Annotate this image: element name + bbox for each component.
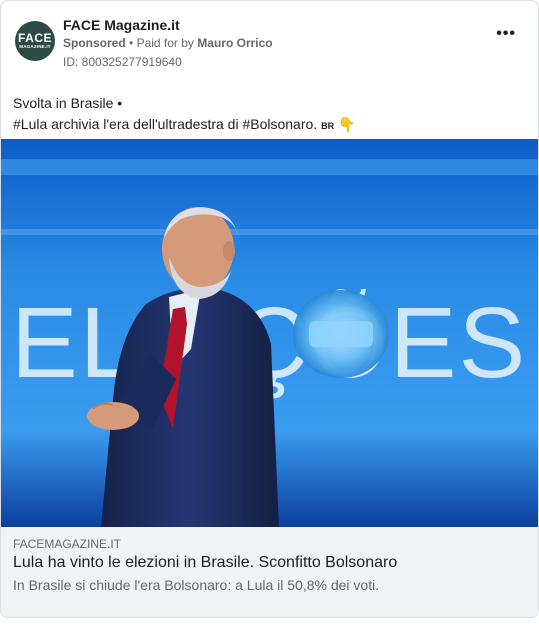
paid-for-label: Paid for by xyxy=(136,36,194,50)
link-title[interactable]: Lula ha vinto le elezioni in Brasile. Sc… xyxy=(13,554,397,572)
ad-id: ID: 800325277919640 xyxy=(63,55,182,69)
more-options-icon[interactable]: ••• xyxy=(496,25,516,43)
advertiser-name[interactable]: FACE Magazine.it xyxy=(63,17,180,33)
link-domain: FACEMAGAZINE.IT xyxy=(13,537,122,551)
avatar-logo-subtext: MAGAZINE.IT xyxy=(19,44,51,49)
sponsor-line: Sponsored • Paid for by Mauro Orrico xyxy=(63,36,273,50)
sponsored-label: Sponsored xyxy=(63,36,126,50)
post-line-2: #Lula archivia l'era dell'ultradestra di… xyxy=(13,114,526,137)
post-text: Svolta in Brasile • #Lula archivia l'era… xyxy=(13,93,526,137)
link-preview[interactable]: FACEMAGAZINE.IT Lula ha vinto le elezion… xyxy=(1,527,538,617)
ad-card: FACE MAGAZINE.IT FACE Magazine.it Sponso… xyxy=(0,0,539,618)
link-description: In Brasile si chiude l'era Bolsonaro: a … xyxy=(13,577,380,593)
separator: • xyxy=(129,36,134,50)
payer-name: Mauro Orrico xyxy=(197,36,273,50)
avatar-logo-text: FACE xyxy=(17,31,52,45)
advertiser-avatar[interactable]: FACE MAGAZINE.IT xyxy=(15,21,55,61)
post-hashtag-text: #Lula archivia l'era dell'ultradestra di… xyxy=(13,116,318,132)
pointing-down-icon: 👇 xyxy=(337,116,356,132)
ad-header: FACE MAGAZINE.IT FACE Magazine.it Sponso… xyxy=(13,17,526,79)
post-line-1: Svolta in Brasile • xyxy=(13,95,123,111)
ad-photo-svg: ELEIÇÕES xyxy=(1,139,538,527)
brazil-flag-icon: BR xyxy=(321,121,335,131)
ad-image[interactable]: ELEIÇÕES xyxy=(1,139,538,527)
